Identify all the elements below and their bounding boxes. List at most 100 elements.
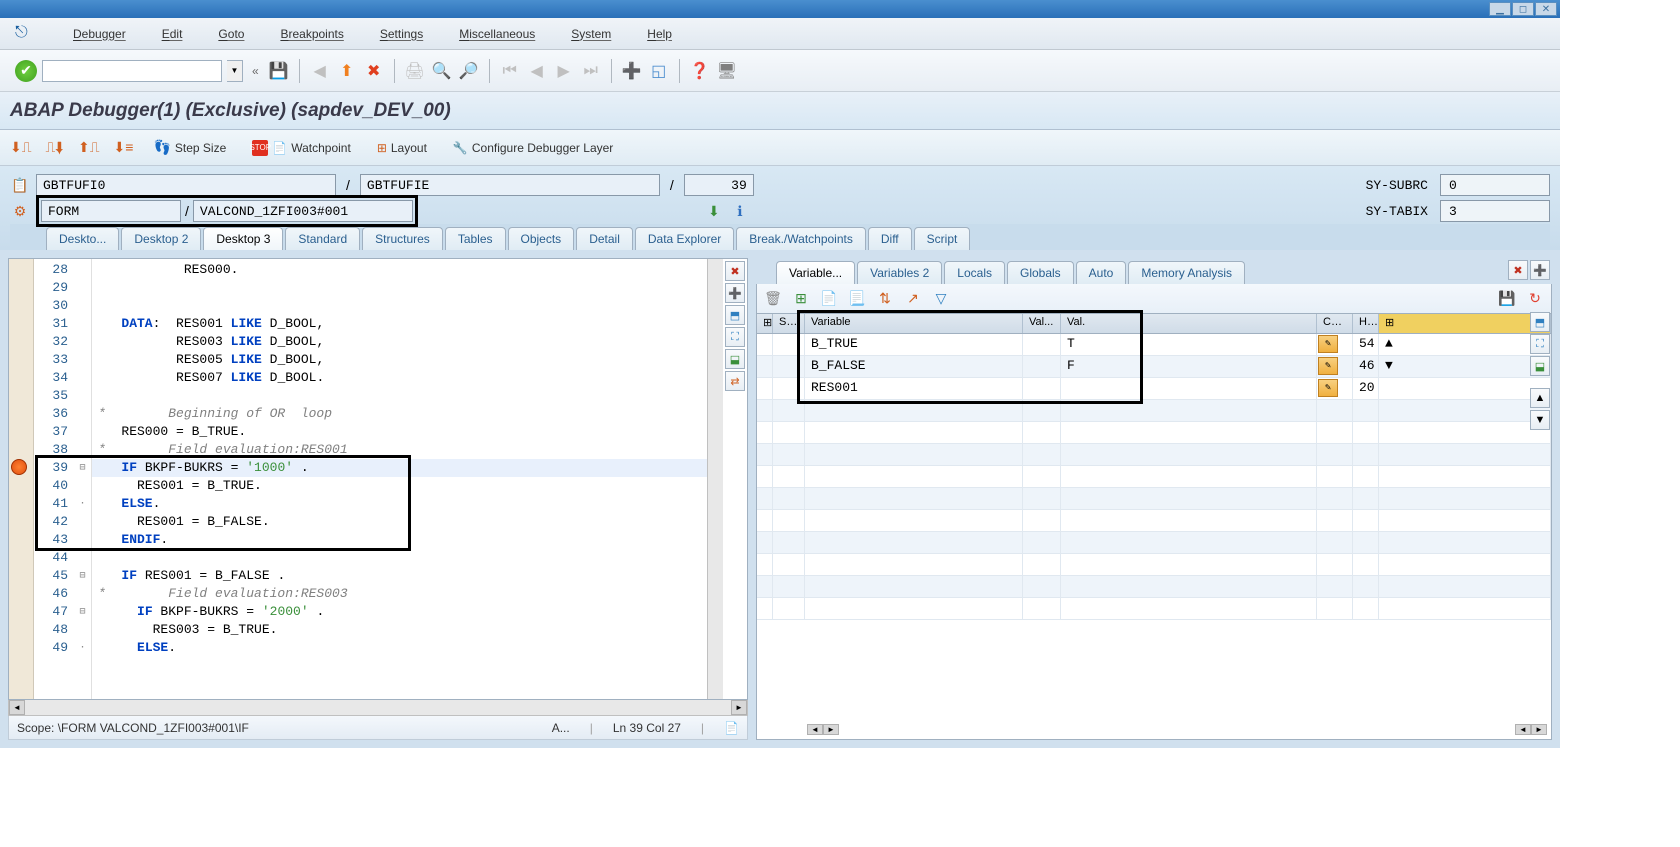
variable-row[interactable] — [757, 444, 1551, 466]
main-tab-10[interactable]: Diff — [868, 227, 912, 250]
new-tab-icon[interactable]: ➕ — [725, 283, 745, 303]
main-tab-9[interactable]: Break./Watchpoints — [736, 227, 866, 250]
step-into-icon[interactable]: ⬇⎍ — [10, 139, 32, 156]
sort-icon[interactable]: ⇅ — [875, 289, 895, 309]
close-panel-icon[interactable]: ✖ — [725, 261, 745, 281]
first-page-icon[interactable]: ⏮ — [499, 60, 521, 82]
continue-icon[interactable]: ⬇≡ — [114, 139, 134, 156]
menu-settings[interactable]: Settings — [362, 27, 441, 41]
variable-table[interactable]: ⊞ Stat. Variable Val... Val. Ch... He ⊞ … — [756, 314, 1552, 740]
edit-pencil-icon[interactable]: ✎ — [1318, 379, 1338, 397]
variable-row[interactable] — [757, 576, 1551, 598]
menu-breakpoints[interactable]: Breakpoints — [262, 27, 361, 41]
code-content[interactable]: RES000. DATA: RES001 LIKE D_BOOL, RES003… — [92, 259, 707, 699]
event-type-field[interactable]: FORM — [41, 200, 181, 222]
col-valtype[interactable]: Val... — [1023, 314, 1061, 333]
var-tab-5[interactable]: Memory Analysis — [1128, 261, 1245, 284]
main-tab-0[interactable]: Deskto... — [46, 227, 119, 250]
command-field[interactable] — [42, 60, 222, 82]
main-tab-8[interactable]: Data Explorer — [635, 227, 734, 250]
goto-statement-icon[interactable]: ⬇ — [704, 201, 724, 221]
main-tab-6[interactable]: Objects — [508, 227, 575, 250]
minimize-button[interactable]: ▁ — [1489, 2, 1511, 16]
col-change[interactable]: Ch... — [1317, 314, 1353, 333]
variable-row[interactable]: B_FALSEF✎46▼ — [757, 356, 1551, 378]
doc-minus-icon[interactable]: 📃 — [847, 289, 867, 309]
fold-column[interactable]: ⊟·⊟⊟· — [74, 259, 92, 699]
maximize-button[interactable]: ◻ — [1512, 2, 1534, 16]
gutter[interactable] — [9, 259, 34, 699]
program-icon[interactable]: 📋 — [10, 175, 30, 195]
transfer-icon[interactable]: ↗ — [903, 289, 923, 309]
find-icon[interactable]: 🔍 — [431, 60, 453, 82]
prev-page-icon[interactable]: ◀ — [526, 60, 548, 82]
code-vscroll[interactable] — [707, 259, 723, 699]
code-hscroll[interactable]: ◄► — [8, 700, 748, 716]
program-field[interactable]: GBTFUFI0 — [36, 174, 336, 196]
var-nav-up-icon[interactable]: ▲ — [1530, 388, 1550, 408]
variable-row[interactable]: RES001✎20 — [757, 378, 1551, 400]
cancel-icon[interactable]: ✖ — [363, 60, 385, 82]
configure-layer-button[interactable]: 🔧 Configure Debugger Layer — [447, 139, 619, 157]
info-icon[interactable]: ℹ — [730, 201, 750, 221]
variable-row[interactable]: B_TRUET✎54▲ — [757, 334, 1551, 356]
step-size-button[interactable]: 👣 Step Size — [147, 137, 232, 158]
back-icon[interactable]: ◀ — [309, 60, 331, 82]
add-panel-icon[interactable]: ⬒ — [725, 305, 745, 325]
var-hscroll[interactable]: ◄► — [807, 724, 839, 735]
event-name-field[interactable]: VALCOND_1ZFI003#001 — [193, 200, 413, 222]
var-tab-1[interactable]: Variables 2 — [857, 261, 942, 284]
expand-icon[interactable]: ⛶ — [725, 327, 745, 347]
main-tab-3[interactable]: Standard — [285, 227, 360, 250]
main-tab-11[interactable]: Script — [914, 227, 971, 250]
main-tab-2[interactable]: Desktop 3 — [203, 227, 283, 250]
enter-button[interactable]: ✔ — [15, 60, 37, 82]
save-variant-icon[interactable]: 💾 — [1497, 289, 1517, 309]
app-menu-icon[interactable]: ⎋ — [15, 24, 35, 44]
col-status[interactable]: Stat. — [773, 314, 805, 333]
layout-icon[interactable]: 🖥 — [716, 60, 738, 82]
menu-debugger[interactable]: Debugger — [55, 27, 144, 41]
var-nav-down-icon[interactable]: ▼ — [1530, 410, 1550, 430]
var-tab-3[interactable]: Globals — [1007, 261, 1074, 284]
find-next-icon[interactable]: 🔎 — [458, 60, 480, 82]
var-hscroll-right[interactable]: ◄► — [1515, 724, 1547, 735]
variable-row[interactable] — [757, 466, 1551, 488]
dock-icon[interactable]: ⬓ — [725, 349, 745, 369]
variable-row[interactable] — [757, 488, 1551, 510]
var-add-panel-icon[interactable]: ⬒ — [1530, 312, 1550, 332]
col-variable[interactable]: Variable — [805, 314, 1023, 333]
var-tab-4[interactable]: Auto — [1076, 261, 1127, 284]
event-icon[interactable]: ⚙ — [10, 201, 30, 221]
step-out-icon[interactable]: ⬆⎍ — [78, 139, 100, 156]
var-expand-icon[interactable]: ⛶ — [1530, 334, 1550, 354]
menu-help[interactable]: Help — [629, 27, 690, 41]
help-icon[interactable]: ❓ — [689, 60, 711, 82]
back-chevron-icon[interactable]: « — [248, 64, 263, 78]
select-all-icon[interactable]: ⊞ — [757, 314, 773, 333]
var-dock-icon[interactable]: ⬓ — [1530, 356, 1550, 376]
status-doc-icon[interactable]: 📄 — [724, 721, 739, 735]
print-icon[interactable]: 🖨 — [404, 60, 426, 82]
menu-miscellaneous[interactable]: Miscellaneous — [441, 27, 553, 41]
command-dropdown[interactable]: ▼ — [227, 60, 243, 82]
edit-pencil-icon[interactable]: ✎ — [1318, 357, 1338, 375]
doc-plus-icon[interactable]: 📄 — [819, 289, 839, 309]
filter-icon[interactable]: ▽ — [931, 289, 951, 309]
delete-var-icon[interactable]: 🗑 — [763, 289, 783, 309]
menu-goto[interactable]: Goto — [200, 27, 262, 41]
step-over-icon[interactable]: ⎍⬇ — [46, 139, 64, 156]
save-icon[interactable]: 💾 — [268, 60, 290, 82]
shortcut-icon[interactable]: ◱ — [648, 60, 670, 82]
variable-row[interactable] — [757, 400, 1551, 422]
variable-row[interactable] — [757, 598, 1551, 620]
menu-system[interactable]: System — [553, 27, 629, 41]
menu-edit[interactable]: Edit — [144, 27, 201, 41]
close-button[interactable]: ✕ — [1535, 2, 1557, 16]
refresh-icon[interactable]: ↻ — [1525, 289, 1545, 309]
variable-row[interactable] — [757, 422, 1551, 444]
main-tab-5[interactable]: Tables — [445, 227, 506, 250]
line-field[interactable]: 39 — [684, 174, 754, 196]
variable-row[interactable] — [757, 554, 1551, 576]
code-editor[interactable]: 2829303132333435363738394041424344454647… — [8, 258, 748, 700]
